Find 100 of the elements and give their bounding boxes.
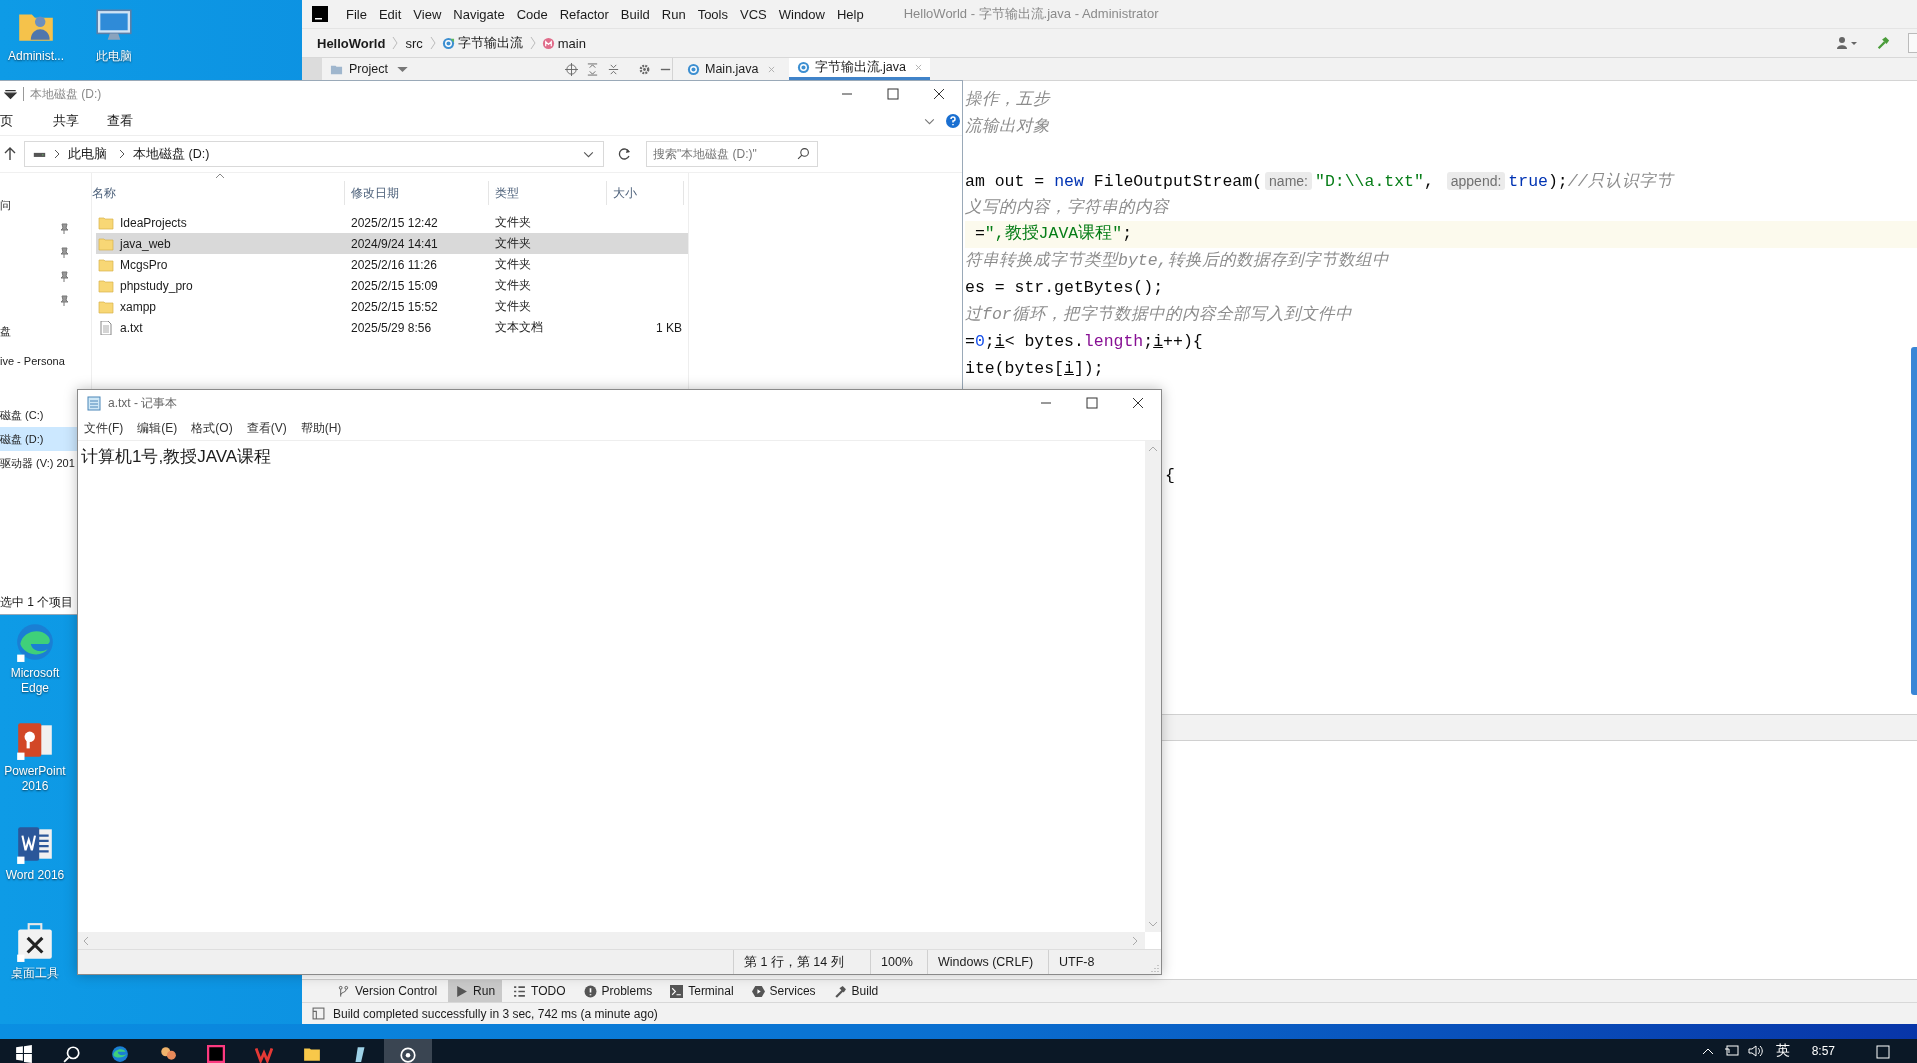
- app-icon[interactable]: [159, 1045, 177, 1063]
- tool-window-button[interactable]: Version Control: [330, 980, 445, 1002]
- tool-window-button[interactable]: Run: [448, 980, 503, 1002]
- code-line: 义写的内容，字符串的内容: [965, 196, 1171, 219]
- file-row[interactable]: phpstudy_pro 2025/2/15 15:09 文件夹: [96, 275, 688, 296]
- column-header[interactable]: 修改日期: [345, 181, 489, 205]
- ribbon-tab[interactable]: 页: [0, 112, 13, 130]
- ribbon-tab[interactable]: 共享: [53, 112, 79, 130]
- menu-item[interactable]: 文件(F): [84, 419, 124, 437]
- menu-item[interactable]: Code: [516, 6, 548, 22]
- chevron-icon[interactable]: [54, 149, 60, 159]
- resize-grip-icon[interactable]: [1149, 962, 1159, 972]
- tool-window-button[interactable]: Services: [744, 980, 823, 1002]
- alert-icon: [583, 984, 597, 998]
- edge-icon[interactable]: [14, 621, 56, 663]
- menu-item[interactable]: Tools: [697, 6, 728, 22]
- file-type: 文本文档: [494, 319, 544, 336]
- browser-icon[interactable]: [111, 1045, 129, 1063]
- search-field[interactable]: 搜索"本地磁盘 (D:)": [646, 141, 818, 167]
- collapse-all-icon[interactable]: [607, 62, 620, 76]
- nav-item[interactable]: ive - Persona: [0, 355, 67, 367]
- column-header[interactable]: 类型: [489, 181, 607, 205]
- file-row[interactable]: IdeaProjects 2025/2/15 12:42 文件夹: [96, 212, 688, 233]
- pin-icon[interactable]: [58, 271, 70, 283]
- office-icon[interactable]: [255, 1045, 273, 1063]
- scrollbar-thumb[interactable]: [1911, 347, 1917, 695]
- column-header[interactable]: 大小: [607, 181, 684, 205]
- volume-icon[interactable]: [1747, 1043, 1764, 1059]
- file-row[interactable]: a.txt 2025/5/29 8:56 文本文档 1 KB: [96, 317, 688, 338]
- camera-icon[interactable]: [399, 1045, 417, 1063]
- start-icon[interactable]: [15, 1045, 33, 1063]
- tool-window-button[interactable]: Terminal: [663, 980, 741, 1002]
- menu-item[interactable]: File: [346, 6, 367, 22]
- menu-item[interactable]: Help: [836, 6, 864, 22]
- folder-icon: [98, 236, 114, 251]
- editor-tab[interactable]: Main.java: [679, 58, 783, 80]
- sort-caret-icon[interactable]: [215, 173, 225, 179]
- breadcrumb-item[interactable]: HelloWorld: [317, 35, 386, 51]
- file-row[interactable]: McgsPro 2025/2/16 11:26 文件夹: [96, 254, 688, 275]
- pin-icon[interactable]: [58, 247, 70, 259]
- menu-item[interactable]: 帮助(H): [300, 419, 342, 437]
- breadcrumb-item[interactable]: main: [557, 35, 586, 51]
- settings-icon[interactable]: [638, 62, 651, 76]
- menu-item[interactable]: 编辑(E): [137, 419, 178, 437]
- menu-item[interactable]: View: [413, 6, 442, 22]
- search-icon[interactable]: [797, 147, 810, 160]
- network-icon[interactable]: [1723, 1043, 1740, 1059]
- menu-item[interactable]: 查看(V): [246, 419, 287, 437]
- ribbon-tab[interactable]: 查看: [107, 112, 133, 130]
- nav-item[interactable]: 磁盘 (C:): [0, 407, 46, 423]
- target-icon[interactable]: [565, 62, 578, 76]
- file-name: a.txt: [120, 320, 143, 335]
- menu-item[interactable]: Build: [620, 6, 650, 22]
- tool-window-button[interactable]: Problems: [576, 980, 660, 1002]
- ide-icon[interactable]: [207, 1045, 225, 1063]
- nav-item[interactable]: 盘: [0, 323, 13, 339]
- file-date: 2025/2/15 15:52: [350, 299, 439, 314]
- panel-toggle-icon[interactable]: [312, 1007, 325, 1020]
- menu-item[interactable]: Window: [778, 6, 825, 22]
- nav-item[interactable]: 问: [0, 197, 13, 213]
- menu-item[interactable]: Run: [661, 6, 686, 22]
- menu-item[interactable]: Refactor: [559, 6, 609, 22]
- breadcrumb-item[interactable]: 字节输出流: [457, 34, 523, 52]
- clock[interactable]: 8:57: [1811, 1044, 1835, 1058]
- code-line: 流输出对象: [965, 115, 1051, 138]
- nav-item[interactable]: 驱动器 (V:) 201: [0, 455, 77, 471]
- file-type: 文件夹: [494, 214, 532, 231]
- terminal-icon: [670, 984, 684, 998]
- menu-item[interactable]: Edit: [378, 6, 402, 22]
- editor-tab[interactable]: 字节输出流.java: [788, 58, 930, 80]
- folder-icon: [98, 215, 114, 230]
- caret-icon[interactable]: [4, 87, 17, 101]
- user-icon[interactable]: [1836, 36, 1858, 50]
- breadcrumb-item[interactable]: src: [405, 35, 423, 51]
- file-date: 2025/2/15 15:09: [350, 278, 439, 293]
- column-header[interactable]: 名称: [92, 181, 345, 205]
- refresh-icon[interactable]: [618, 147, 632, 161]
- text-area[interactable]: 计算机1号,教授JAVA课程: [78, 441, 1145, 932]
- path-segment[interactable]: 此电脑: [68, 145, 107, 163]
- up-arrow-icon[interactable]: [4, 147, 16, 161]
- tool-window-button[interactable]: TODO: [506, 980, 573, 1002]
- menu-item[interactable]: 格式(O): [191, 419, 233, 437]
- help-icon[interactable]: [946, 114, 960, 128]
- address-bar[interactable]: 此电脑 本地磁盘 (D:): [24, 141, 604, 167]
- tool-window-button[interactable]: Build: [826, 980, 886, 1002]
- file-row[interactable]: java_web 2024/9/24 14:41 文件夹: [96, 233, 688, 254]
- tool-window-title[interactable]: Project: [349, 62, 388, 76]
- pin-icon[interactable]: [58, 223, 70, 235]
- chevron-icon[interactable]: [119, 149, 125, 159]
- notification-icon[interactable]: [1875, 1043, 1891, 1059]
- taskbar-button[interactable]: [384, 1039, 432, 1063]
- folder-icon[interactable]: [303, 1045, 321, 1063]
- menu-item[interactable]: Navigate: [453, 6, 505, 22]
- file-date: 2025/2/16 11:26: [350, 257, 438, 272]
- file-row[interactable]: xampp 2025/2/15 15:52 文件夹: [96, 296, 688, 317]
- input-method-indicator[interactable]: 英: [1775, 1042, 1790, 1060]
- path-segment[interactable]: 本地磁盘 (D:): [133, 145, 210, 163]
- pin-icon[interactable]: [58, 295, 70, 307]
- search-icon[interactable]: [63, 1045, 81, 1063]
- menu-item[interactable]: VCS: [740, 6, 767, 22]
